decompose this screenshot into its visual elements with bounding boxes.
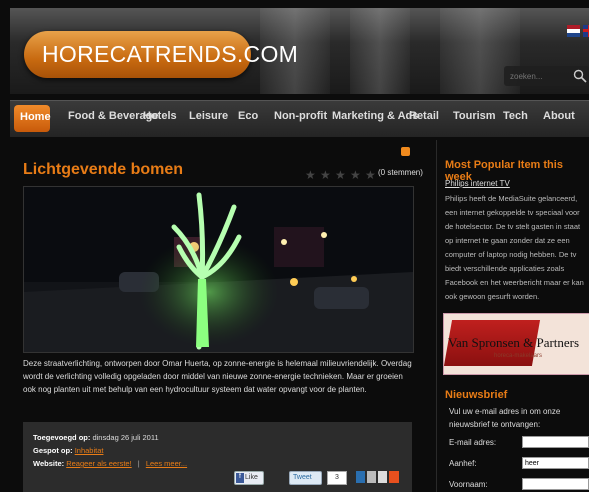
- firstname-label: Voornaam:: [449, 480, 488, 489]
- tweet-button[interactable]: Tweet: [289, 471, 322, 485]
- print-icon[interactable]: [378, 471, 387, 483]
- salutation-label: Aanhef:: [449, 459, 477, 468]
- salutation-value: heer: [525, 460, 540, 467]
- nav-item-eco[interactable]: Eco: [238, 110, 258, 122]
- email-field[interactable]: [522, 436, 589, 448]
- meta-added: Toegevoegd op: dinsdag 26 juli 2011: [33, 433, 159, 442]
- article-body: Deze straatverlichting, ontworpen door O…: [23, 359, 412, 394]
- article-title: Lichtgevende bomen: [23, 161, 184, 178]
- star-icon[interactable]: ★: [305, 169, 317, 181]
- popular-item-text: Philips heeft de MediaSuite gelanceerd, …: [445, 194, 584, 301]
- salutation-select[interactable]: heer: [522, 457, 589, 469]
- nav-item-tech[interactable]: Tech: [503, 110, 528, 122]
- english-flag-icon[interactable]: [583, 25, 589, 37]
- meta-separator: |: [137, 459, 140, 468]
- star-icon[interactable]: ★: [320, 169, 332, 181]
- nav-item-tourism[interactable]: Tourism: [453, 110, 496, 122]
- main-nav: Home Food & Beverage Hotels Leisure Eco …: [10, 100, 589, 137]
- meta-added-value: dinsdag 26 juli 2011: [92, 433, 159, 442]
- meta-spotted-link[interactable]: Inhabitat: [75, 446, 104, 455]
- search-icon[interactable]: [573, 69, 587, 83]
- meta-website: Website: Reageer als eerste! | Lees meer…: [33, 459, 187, 468]
- article-meta: Toegevoegd op: dinsdag 26 juli 2011 Gesp…: [23, 422, 412, 492]
- nav-item-retail[interactable]: Retail: [409, 110, 439, 122]
- facebook-like-button[interactable]: f Like: [234, 471, 264, 485]
- logo-text: HORECATRENDS.COM: [42, 41, 299, 67]
- dutch-flag-icon[interactable]: [567, 25, 580, 37]
- share-plus-icon[interactable]: [389, 471, 399, 483]
- light-tree-photo: [24, 187, 413, 352]
- article-image: [23, 186, 414, 353]
- facebook-icon: f: [236, 473, 244, 483]
- banner-subtitle: horeca-makelaars: [494, 353, 543, 359]
- meta-spotted-label: Gespot op:: [33, 446, 73, 455]
- site-logo[interactable]: HORECATRENDS.COM: [24, 31, 298, 78]
- search-box: [504, 66, 589, 86]
- nav-item-leisure[interactable]: Leisure: [189, 110, 228, 122]
- site-header: HORECATRENDS.COM: [10, 8, 589, 94]
- star-icon[interactable]: ★: [335, 169, 347, 181]
- tweet-label: Tweet: [293, 474, 312, 481]
- newsletter-title: Nieuwsbrief: [445, 389, 508, 401]
- vote-count: (0 stemmen): [378, 168, 423, 177]
- van-spronsen-banner[interactable]: Van Spronsen & Partners horeca-makelaars: [443, 313, 589, 375]
- meta-website-label: Website:: [33, 459, 65, 468]
- react-link[interactable]: Reageer als eerste!: [66, 459, 131, 468]
- meta-spotted: Gespot op: Inhabitat: [33, 446, 103, 455]
- email-label: E-mail adres:: [449, 438, 497, 447]
- firstname-field[interactable]: [522, 478, 589, 490]
- popular-item-link[interactable]: Philips internet TV: [445, 179, 510, 188]
- header-photo-strip: [350, 8, 410, 94]
- star-icon[interactable]: ★: [365, 169, 377, 181]
- read-more-link[interactable]: Lees meer...: [146, 459, 187, 468]
- banner-title: Van Spronsen & Partners: [448, 335, 580, 350]
- email-icon[interactable]: [367, 471, 376, 483]
- nav-item-about[interactable]: About: [543, 110, 575, 122]
- rss-icon[interactable]: [401, 147, 410, 156]
- nav-item-home[interactable]: Home: [14, 105, 51, 132]
- rating-stars: ★ ★ ★ ★ ★: [305, 166, 380, 184]
- linkedin-icon[interactable]: [356, 471, 365, 483]
- newsletter-text: Vul uw e-mail adres in om onze nieuwsbri…: [449, 407, 561, 429]
- nav-item-label: Home: [20, 111, 51, 123]
- meta-added-label: Toegevoegd op:: [33, 433, 91, 442]
- search-input[interactable]: [508, 68, 570, 84]
- like-label: Like: [245, 474, 258, 481]
- star-icon[interactable]: ★: [350, 169, 362, 181]
- nav-item-marketing-ads[interactable]: Marketing & Ads: [332, 110, 418, 122]
- nav-item-hotels[interactable]: Hotels: [143, 110, 177, 122]
- tweet-count: 3: [327, 471, 347, 485]
- tweet-count-value: 3: [335, 474, 339, 481]
- nav-item-non-profit[interactable]: Non-profit: [274, 110, 327, 122]
